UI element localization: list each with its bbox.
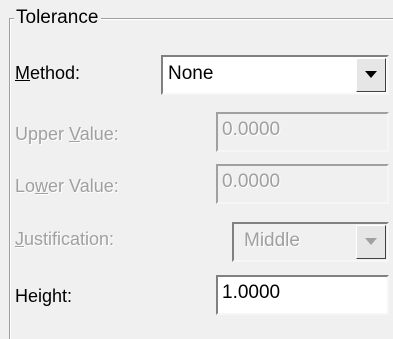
upper-value-field[interactable]: 0.0000 (216, 112, 389, 152)
justification-dropdown-arrow-icon[interactable] (356, 225, 386, 259)
method-label: Method: (15, 63, 81, 83)
height-field[interactable]: 1.0000 (216, 275, 389, 315)
justification-selected-value: Middle (244, 230, 300, 251)
upper-value-label: Upper Value: (15, 124, 119, 144)
method-dropdown-arrow-icon[interactable] (356, 58, 386, 92)
justification-combobox[interactable]: Middle (232, 222, 389, 262)
method-selected-value: None (168, 63, 214, 84)
justification-label: Justification: (15, 229, 115, 249)
method-combobox[interactable]: None (161, 55, 389, 95)
lower-value-label: Lower Value: (15, 176, 119, 196)
lower-value-field[interactable]: 0.0000 (216, 164, 389, 204)
tolerance-group-title: Tolerance (14, 7, 102, 29)
height-label: Height: (15, 286, 73, 306)
